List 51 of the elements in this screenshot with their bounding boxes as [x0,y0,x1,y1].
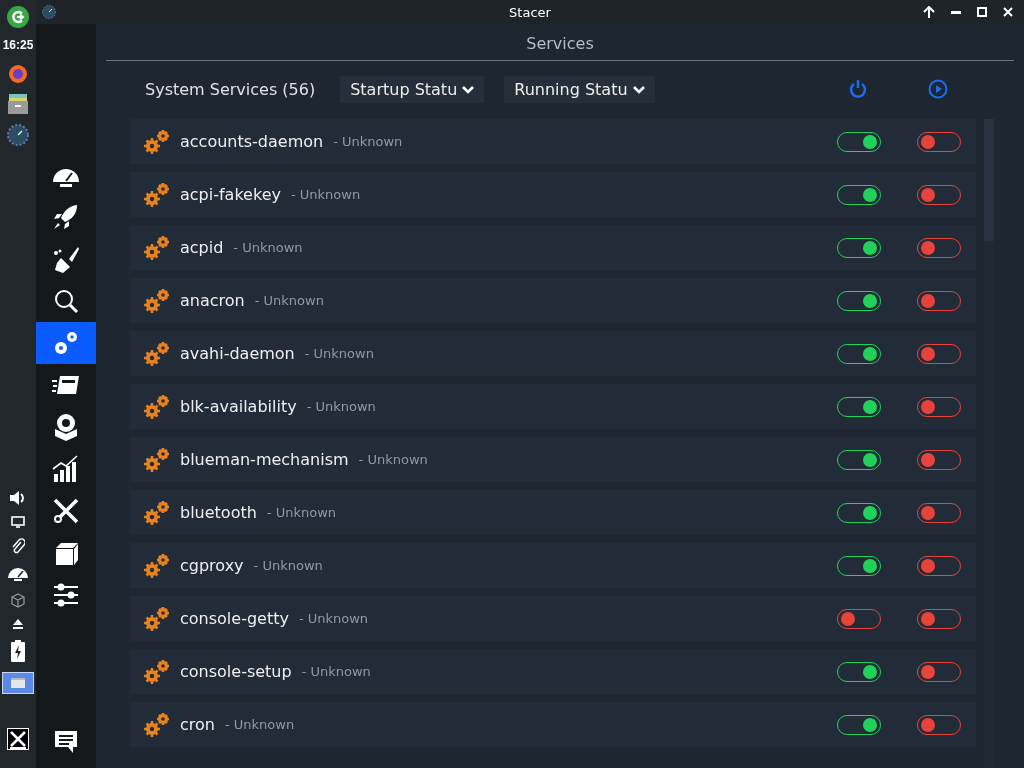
logo-icon[interactable] [7,6,29,28]
play-icon [928,79,948,99]
service-name: cron [180,715,215,734]
clock: 16:25 [2,38,34,52]
chevron-down-icon [461,84,476,94]
service-status: - Unknown [254,293,324,308]
service-name: accounts-daemon [180,132,324,151]
window-button[interactable] [2,672,34,694]
services-count-label: System Services (56) [145,79,316,99]
service-status: - Unknown [224,717,295,732]
chevron-down-icon [631,84,646,94]
service-status: - Unknown [358,452,428,467]
service-status: - Unknown [253,558,323,573]
window-icon [11,678,25,688]
chat-icon[interactable] [54,730,78,754]
service-status: - Unknown [333,134,403,149]
box-icon[interactable] [10,592,26,608]
minimize-icon[interactable] [951,10,961,14]
running-status-dropdown[interactable]: Running Statu [504,75,655,103]
arrow-up-icon[interactable] [923,6,935,18]
service-name: cgproxy [180,556,244,575]
paperclip-icon[interactable] [11,538,25,554]
startup-status-dropdown[interactable]: Startup Statu [340,75,485,103]
service-status: - Unknown [290,187,361,202]
service-status: - Unknown [233,240,303,255]
service-status: - Unknown [301,664,371,679]
x-logo-icon[interactable] [7,728,29,750]
gauge-icon [42,5,56,19]
service-status: - Unknown [298,611,369,626]
battery-icon[interactable] [11,640,25,662]
service-status: - Unknown [266,505,337,520]
speaker-icon[interactable] [9,490,27,506]
service-name: blk-availability [180,397,297,416]
eject-icon[interactable] [12,618,24,630]
service-status: - Unknown [306,399,376,414]
page-title: Services [106,24,1014,61]
service-name: console-getty [180,609,289,628]
service-name: acpi-fakekey [180,185,281,204]
service-name: acpid [180,238,224,257]
folder-icon[interactable] [7,94,29,114]
service-name: bluetooth [180,503,257,522]
service-name: blueman-mechanism [180,450,349,469]
service-name: avahi-daemon [180,344,295,363]
window-title: Stacer [509,4,551,20]
maximize-icon[interactable] [977,7,987,17]
close-icon[interactable] [1003,7,1013,17]
monitor-icon[interactable] [11,516,25,528]
service-status: - Unknown [304,346,374,361]
power-icon [848,79,868,99]
service-name: console-setup [180,662,292,681]
service-name: anacron [180,291,245,310]
